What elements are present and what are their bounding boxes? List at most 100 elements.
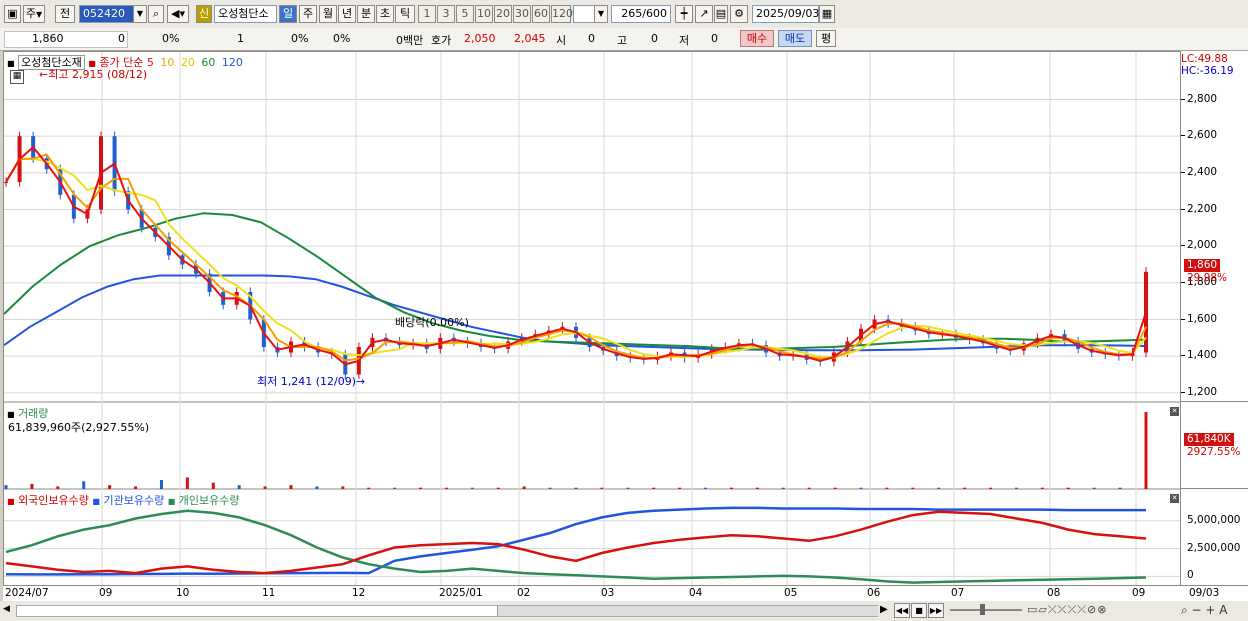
period-type-select[interactable]: 주▼ — [23, 5, 45, 23]
code-dropdown-icon[interactable]: ▼ — [133, 5, 147, 23]
interval-dropdown-icon[interactable]: ▼ — [594, 5, 608, 23]
interval-20[interactable]: 20 — [494, 5, 512, 23]
scrollbar-track[interactable] — [16, 605, 878, 617]
zoom-slider-handle[interactable] — [980, 604, 985, 615]
count-max: /600 — [642, 7, 667, 20]
volume-value: 61,839,960주(2,927.55%) — [8, 421, 150, 434]
buy-button[interactable]: 매수 — [740, 30, 774, 47]
tab-year[interactable]: 년 — [338, 5, 356, 23]
quote-change: 0 — [118, 32, 125, 45]
volume-bar — [963, 487, 967, 489]
volume-bar — [496, 487, 500, 489]
date-input[interactable]: 2025/09/03 — [752, 5, 819, 23]
table-icon[interactable]: ▦ — [10, 70, 24, 84]
dividend-marker: 배당락(0.00%) — [395, 316, 469, 329]
date-axis-label: 02 — [517, 587, 531, 599]
candle-type-icon[interactable]: ┿ — [675, 5, 693, 23]
volume-bar — [989, 487, 993, 489]
volume-bar — [211, 482, 215, 489]
gear-icon[interactable]: ⚙ — [730, 5, 748, 23]
volume-bar — [807, 487, 811, 489]
tab-minute[interactable]: 분 — [357, 5, 375, 23]
volume-bar — [574, 487, 578, 489]
date-axis-label: 11 — [262, 587, 276, 599]
volume-bar — [393, 487, 397, 489]
date-axis-label: 06 — [867, 587, 881, 599]
axis-tick — [1181, 391, 1185, 393]
interval-3[interactable]: 3 — [437, 5, 455, 23]
volume-bar — [859, 487, 863, 489]
volume-bar — [1066, 487, 1070, 489]
window-menu-icon[interactable]: ▣ — [4, 5, 21, 23]
scrollbar-thumb[interactable] — [497, 606, 878, 616]
eval-button[interactable]: 평 — [816, 30, 836, 47]
volume-panel-close-icon[interactable]: ✕ — [1170, 407, 1179, 416]
chart-area[interactable]: ■ 오성첨단소재 ■ 종가 단순 5 10 20 60 120 ▦ ←최고 2,… — [3, 51, 1183, 587]
price-axis-tick-label: 1,600 — [1187, 312, 1218, 325]
low-marker-label: 최저 1,241 (12/09) — [257, 375, 357, 388]
search-icon[interactable]: ⌕ — [148, 5, 164, 23]
count-field[interactable]: 265/600 — [611, 5, 671, 23]
quote-v1: 0% — [291, 32, 309, 45]
tab-month[interactable]: 월 — [319, 5, 337, 23]
volume-bar — [419, 487, 423, 489]
quote-bid: 2,045 — [514, 32, 546, 45]
scroll-left-icon[interactable]: ◀ — [3, 604, 13, 616]
axis-divider — [1181, 401, 1248, 402]
stop-icon[interactable]: ■ — [911, 603, 927, 618]
axis-tick — [1181, 318, 1185, 320]
save-icon[interactable]: ▤ — [714, 5, 728, 23]
date-axis-label: 09 — [99, 587, 113, 599]
interval-10[interactable]: 10 — [475, 5, 493, 23]
interval-30[interactable]: 30 — [513, 5, 531, 23]
interval-120[interactable]: 120 — [551, 5, 573, 23]
quote-change-pct: 0% — [162, 32, 180, 45]
date-axis-label: 2025/01 — [439, 587, 483, 599]
axis-tick — [1181, 245, 1185, 247]
period-prev-button[interactable]: 전 — [55, 5, 75, 23]
legend-bullet-icon: ■ — [92, 497, 100, 506]
speaker-icon[interactable]: ◀▾ — [167, 5, 189, 23]
quote-open-label: 시 — [556, 34, 567, 47]
stock-code-input[interactable]: 052420 — [79, 5, 137, 23]
quote-open: 0 — [588, 32, 595, 45]
volume-bar — [289, 485, 293, 489]
zoom-icons[interactable]: ⌕ − + A — [1181, 603, 1227, 618]
volume-bar — [4, 485, 8, 489]
sell-button[interactable]: 매도 — [778, 30, 812, 47]
high-marker: ←최고 2,915 (08/12) — [39, 68, 148, 81]
volume-bar — [833, 487, 837, 489]
new-badge[interactable]: 신 — [196, 5, 212, 23]
draw-tool-icon[interactable]: ↗ — [695, 5, 713, 23]
interval-5[interactable]: 5 — [456, 5, 474, 23]
volume-bar — [729, 487, 733, 489]
institution-holdings-label: 기관보유수량 — [103, 494, 165, 507]
date-axis-label: 03 — [601, 587, 615, 599]
ma-20: 20 — [180, 56, 195, 69]
forward-icon[interactable]: ▶▶ — [928, 603, 944, 618]
date-axis-label: 09 — [1132, 587, 1146, 599]
volume-bar — [1144, 412, 1148, 489]
tab-day[interactable]: 일 — [279, 5, 297, 23]
volume-bar — [1118, 487, 1122, 489]
price-badge: 1,860 — [1184, 259, 1221, 272]
tab-second[interactable]: 초 — [376, 5, 394, 23]
tab-tick[interactable]: 틱 — [395, 5, 415, 23]
quote-amount: 0백만 — [396, 34, 424, 47]
rewind-icon[interactable]: ◀◀ — [894, 603, 910, 618]
volume-bar — [367, 487, 371, 489]
volume-bar — [755, 487, 759, 489]
volume-bar — [159, 480, 163, 489]
holdings-panel-close-icon[interactable]: ✕ — [1170, 494, 1179, 503]
interval-1[interactable]: 1 — [418, 5, 436, 23]
interval-60[interactable]: 60 — [532, 5, 550, 23]
tab-week[interactable]: 주 — [299, 5, 317, 23]
zoom-slider-track[interactable] — [950, 604, 1022, 615]
scroll-right-icon[interactable]: ▶ — [880, 604, 888, 615]
high-marker-label: 최고 2,915 (08/12) — [48, 68, 148, 81]
drawing-tools-icon[interactable]: ▭▱⤫⤫⤫⤫⊘⊗ — [1027, 603, 1108, 617]
volume-bar — [1014, 487, 1018, 489]
calendar-icon[interactable]: ▦ — [819, 5, 835, 23]
holdings-legend: ■ 외국인보유수량 ■ 기관보유수량 ■ 개인보유수량 — [7, 492, 240, 508]
axis-tick — [1181, 281, 1185, 283]
